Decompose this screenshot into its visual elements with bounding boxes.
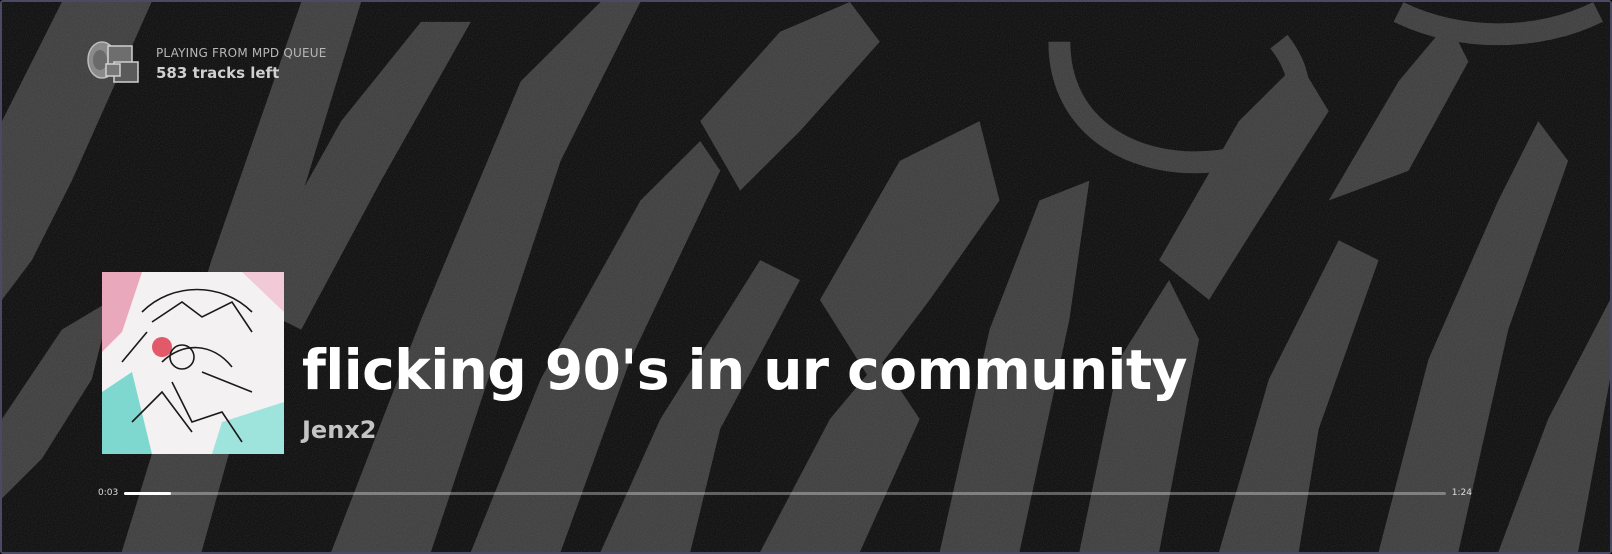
queue-info: PLAYING FROM MPD QUEUE 583 tracks left [86, 40, 327, 88]
track-duration: 1:24 [1451, 488, 1472, 498]
now-playing: flicking 90's in ur community Jenx2 [102, 272, 1188, 454]
seek-bar-fill [124, 491, 172, 495]
seek-bar[interactable] [124, 491, 1446, 495]
track-title: flicking 90's in ur community [302, 338, 1188, 402]
elapsed-time: 0:03 [98, 488, 119, 498]
tracks-left-count: 583 tracks left [156, 64, 280, 82]
track-artist[interactable]: Jenx2 [302, 416, 1187, 444]
mpd-speaker-screens-icon [87, 41, 139, 83]
player-window: PLAYING FROM MPD QUEUE 583 tracks left f… [0, 0, 1612, 554]
progress-row: 0:03 1:24 [98, 486, 1472, 500]
queue-source-label: PLAYING FROM MPD QUEUE [156, 46, 327, 60]
album-cover-art [102, 272, 284, 454]
